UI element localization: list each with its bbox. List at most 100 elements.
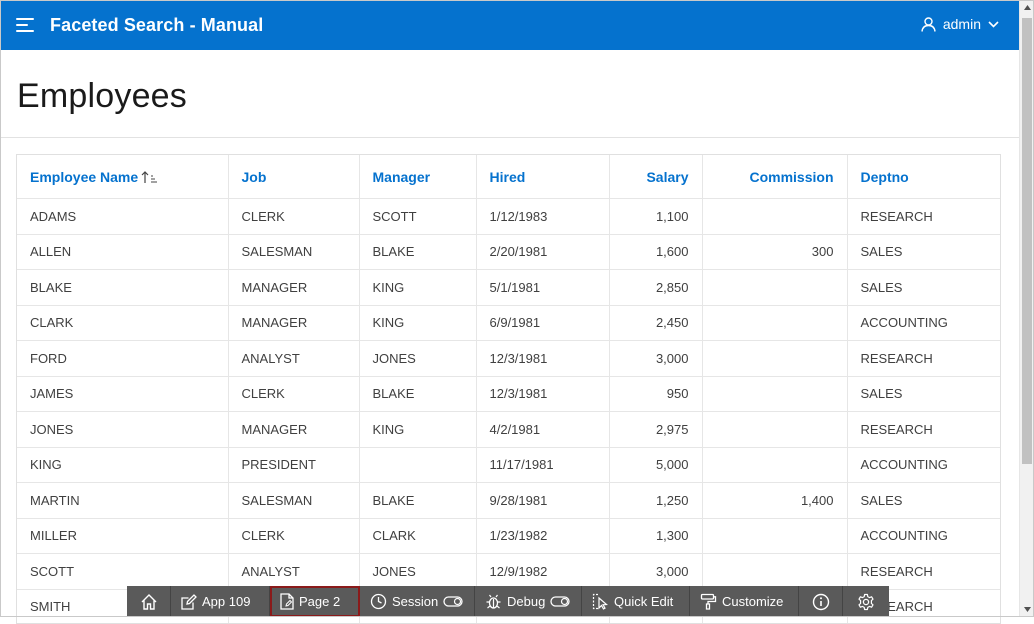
- column-header-deptno[interactable]: Deptno: [847, 155, 1001, 199]
- vertical-scrollbar[interactable]: [1019, 0, 1034, 617]
- column-header-manager[interactable]: Manager: [359, 155, 476, 199]
- cell-job: MANAGER: [228, 305, 359, 341]
- cell-commission: [702, 447, 847, 483]
- app-header: Faceted Search - Manual admin: [0, 0, 1019, 50]
- cell-hired: 12/3/1981: [476, 341, 609, 377]
- info-button[interactable]: [799, 586, 843, 617]
- cell-commission: [702, 554, 847, 590]
- page-button[interactable]: Page 2: [270, 586, 360, 617]
- cell-hired: 2/20/1981: [476, 234, 609, 270]
- cell-salary: 1,250: [609, 483, 702, 519]
- cell-salary: 1,300: [609, 518, 702, 554]
- scroll-thumb[interactable]: [1022, 18, 1032, 464]
- cell-manager: KING: [359, 270, 476, 306]
- app-title: Faceted Search - Manual: [50, 15, 263, 36]
- cell-hired: 11/17/1981: [476, 447, 609, 483]
- scroll-down-icon[interactable]: [1020, 602, 1034, 617]
- debug-button[interactable]: Debug: [475, 586, 582, 617]
- cell-commission: [702, 376, 847, 412]
- settings-button[interactable]: [843, 586, 889, 617]
- cell-manager: [359, 447, 476, 483]
- title-region: Employees: [0, 50, 1019, 138]
- cell-job: SALESMAN: [228, 234, 359, 270]
- table-row: CLARKMANAGERKING6/9/19812,450 ACCOUNTING: [17, 305, 1001, 341]
- table-row: ADAMSCLERKSCOTT1/12/19831,100RESEARCH: [17, 199, 1001, 235]
- session-button[interactable]: Session: [360, 586, 475, 617]
- cell-commission: [702, 199, 847, 235]
- page-title: Employees: [17, 77, 187, 116]
- cell-salary: 2,850: [609, 270, 702, 306]
- session-button-label: Session: [392, 594, 438, 609]
- column-header-salary[interactable]: Salary: [609, 155, 702, 199]
- cell-hired: 9/28/1981: [476, 483, 609, 519]
- table-row: MARTINSALESMANBLAKE9/28/19811,2501,400SA…: [17, 483, 1001, 519]
- app-button[interactable]: App 109: [171, 586, 270, 617]
- cell-salary: 5,000: [609, 447, 702, 483]
- hamburger-icon[interactable]: [16, 17, 34, 33]
- cell-job: MANAGER: [228, 412, 359, 448]
- quick-edit-button[interactable]: Quick Edit: [582, 586, 690, 617]
- table-row: FORDANALYSTJONES12/3/19813,000RESEARCH: [17, 341, 1001, 377]
- column-header-commission[interactable]: Commission: [702, 155, 847, 199]
- cell-deptno: ACCOUNTING: [847, 305, 1001, 341]
- app-button-label: App 109: [202, 594, 250, 609]
- cell-salary: 2,975: [609, 412, 702, 448]
- cell-commission: [702, 341, 847, 377]
- cell-job: ANALYST: [228, 554, 359, 590]
- home-icon: [140, 593, 158, 611]
- cell-hired: 6/9/1981: [476, 305, 609, 341]
- quick-edit-cursor-icon: [592, 593, 609, 610]
- cell-job: CLERK: [228, 518, 359, 554]
- cell-employee-name: BLAKE: [17, 270, 228, 306]
- cell-employee-name: JONES: [17, 412, 228, 448]
- edit-icon: [181, 594, 197, 610]
- cell-employee-name: MILLER: [17, 518, 228, 554]
- cell-hired: 4/2/1981: [476, 412, 609, 448]
- cell-manager: KING: [359, 305, 476, 341]
- cell-deptno: RESEARCH: [847, 199, 1001, 235]
- cell-salary: 950: [609, 376, 702, 412]
- cell-manager: BLAKE: [359, 234, 476, 270]
- cell-deptno: RESEARCH: [847, 412, 1001, 448]
- employees-table: Employee Name Job Manager Hired Salary C…: [17, 155, 1001, 624]
- developer-toolbar: App 109 Page 2 Session Debug: [127, 586, 889, 617]
- cell-employee-name: CLARK: [17, 305, 228, 341]
- home-button[interactable]: [127, 586, 171, 617]
- user-name: admin: [943, 16, 981, 32]
- column-header-hired[interactable]: Hired: [476, 155, 609, 199]
- cell-employee-name: ADAMS: [17, 199, 228, 235]
- cell-hired: 12/9/1982: [476, 554, 609, 590]
- column-header-job[interactable]: Job: [228, 155, 359, 199]
- user-icon: [921, 17, 936, 32]
- page-button-label: Page 2: [299, 594, 340, 609]
- cell-hired: 5/1/1981: [476, 270, 609, 306]
- column-header-employee-name[interactable]: Employee Name: [17, 155, 228, 199]
- scroll-up-icon[interactable]: [1020, 0, 1034, 15]
- employees-report: Employee Name Job Manager Hired Salary C…: [16, 154, 1001, 624]
- cell-employee-name: SCOTT: [17, 554, 228, 590]
- cell-employee-name: ALLEN: [17, 234, 228, 270]
- cell-commission: [702, 412, 847, 448]
- toggle-icon: [443, 596, 463, 607]
- session-clock-icon: [370, 593, 387, 610]
- cell-job: SALESMAN: [228, 483, 359, 519]
- bug-icon: [485, 593, 502, 610]
- toggle-icon: [550, 596, 570, 607]
- cell-deptno: ACCOUNTING: [847, 447, 1001, 483]
- cell-deptno: SALES: [847, 234, 1001, 270]
- table-row: BLAKEMANAGERKING5/1/19812,850SALES: [17, 270, 1001, 306]
- debug-button-label: Debug: [507, 594, 545, 609]
- table-row: JAMESCLERKBLAKE12/3/1981950SALES: [17, 376, 1001, 412]
- table-header-row: Employee Name Job Manager Hired Salary C…: [17, 155, 1001, 199]
- table-body: ADAMSCLERKSCOTT1/12/19831,100RESEARCHALL…: [17, 199, 1001, 624]
- cell-salary: 2,450: [609, 305, 702, 341]
- cell-employee-name: MARTIN: [17, 483, 228, 519]
- user-menu[interactable]: admin: [921, 16, 999, 32]
- table-row: MILLERCLERKCLARK1/23/19821,300ACCOUNTING: [17, 518, 1001, 554]
- cell-manager: CLARK: [359, 518, 476, 554]
- cell-manager: JONES: [359, 554, 476, 590]
- cell-salary: 3,000: [609, 341, 702, 377]
- customize-button[interactable]: Customize: [690, 586, 799, 617]
- cell-commission: 300: [702, 234, 847, 270]
- cell-hired: 1/12/1983: [476, 199, 609, 235]
